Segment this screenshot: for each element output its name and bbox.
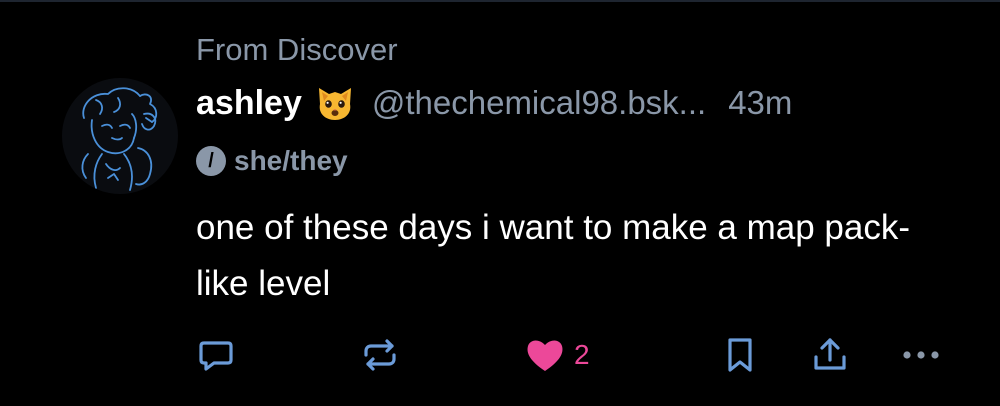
- heart-icon: [527, 340, 563, 371]
- repost-icon: [364, 339, 396, 371]
- post-action-bar: 2: [196, 330, 956, 380]
- share-icon: [814, 338, 846, 370]
- bookmark-icon: [728, 338, 752, 372]
- reply-button[interactable]: [196, 330, 236, 380]
- pronouns-row: / she/they: [196, 142, 348, 180]
- avatar-drawing: [81, 87, 158, 191]
- post-body-text: one of these days i want to make a map p…: [196, 208, 910, 303]
- top-divider: [0, 0, 1000, 2]
- more-icon: [903, 351, 939, 359]
- author-pronouns: she/they: [234, 145, 348, 176]
- pronoun-badge-icon: /: [196, 146, 226, 176]
- bookmark-button[interactable]: [722, 330, 758, 380]
- like-button[interactable]: 2: [524, 330, 590, 380]
- share-button[interactable]: [810, 330, 850, 380]
- author-handle[interactable]: @thechemical98.bsk...: [372, 84, 706, 122]
- avatar[interactable]: [62, 78, 178, 194]
- cat-face-icon: [314, 82, 356, 124]
- post-timestamp[interactable]: 43m: [728, 84, 792, 122]
- comment-icon: [199, 341, 233, 371]
- author-display-name[interactable]: ashley: [196, 84, 302, 123]
- feed-context-label: From Discover: [196, 32, 398, 67]
- more-options-button[interactable]: [898, 330, 944, 380]
- post-header: ashley @thechemical98.bsk... 43m: [196, 80, 792, 126]
- like-count: 2: [574, 339, 590, 370]
- repost-button[interactable]: [360, 330, 400, 380]
